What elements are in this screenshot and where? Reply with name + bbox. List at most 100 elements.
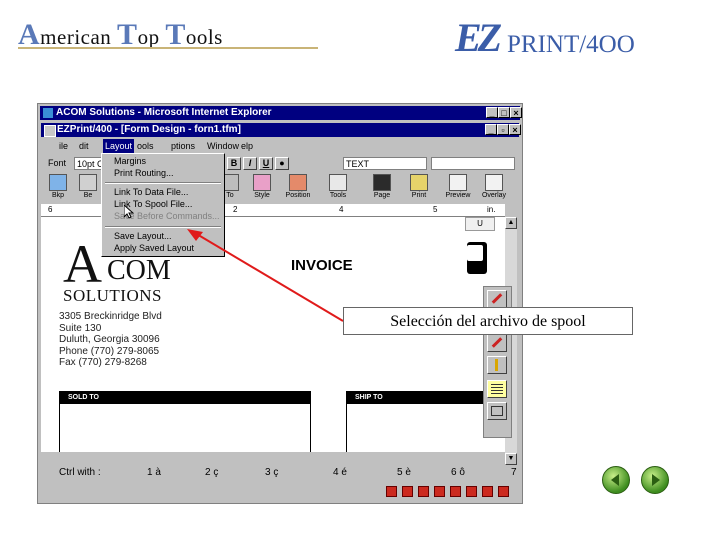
text-field[interactable]: TEXT [343,157,427,170]
toolbar-tools-button[interactable]: Tools [324,173,352,203]
toolbar-label: Position [285,192,311,199]
address-line: 3305 Breckinridge Blvd [59,311,162,322]
ie-title: ACOM Solutions - Microsoft Internet Expl… [56,107,272,118]
toolbar-overlay-button[interactable]: Overlay [480,173,508,203]
menu-item-margins[interactable]: Margins [114,156,146,166]
toolbar-print-button[interactable]: Print [405,173,433,203]
ruler-tick: 4 [339,205,344,214]
mouse-cursor-icon [124,205,134,219]
ctrl-key[interactable]: 6 ô [451,465,465,480]
toolbar-label: Style [254,192,270,199]
toolbar-position-button[interactable]: Position [284,173,312,203]
ctrl-key[interactable]: 7 [511,465,517,480]
document-icon [79,174,97,191]
toolbar-be-button[interactable]: Be [74,173,102,203]
menu-layout[interactable]: Layout [103,139,135,154]
menu-tools[interactable]: ools [137,139,154,154]
menu-edit[interactable]: dit [79,139,89,154]
extra-field[interactable] [431,157,515,170]
app-close-button[interactable]: × [509,124,521,135]
backup-icon [49,174,67,191]
toolbar-label: Preview [445,192,471,199]
arrow-left-icon [611,474,619,486]
next-slide-icon[interactable] [498,486,509,497]
menu-item-print-routing[interactable]: Print Routing... [114,168,174,178]
toolbar-style-button[interactable]: Style [248,173,276,203]
menu-item-link-data-file[interactable]: Link To Data File... [114,187,188,197]
bookmark-icon[interactable] [482,486,493,497]
nav-prev-button[interactable] [602,466,630,494]
overlay-icon [485,174,503,191]
menu-help[interactable]: elp [241,139,253,154]
ruler-tick: 5 [433,205,438,214]
menu-file[interactable]: ile [59,139,68,154]
menu-window[interactable]: Window [207,139,239,154]
italic-button[interactable]: I [243,157,257,170]
underline-button[interactable]: U [259,157,273,170]
annotation-arrow [187,229,344,322]
app-menubar: ile dit Layout ools ptions Window elp [41,139,519,154]
font-label: Font [46,157,76,170]
sold-to-label: SOLD TO [60,392,310,404]
line-tool-button[interactable] [487,356,507,374]
nav-next-button[interactable] [641,466,669,494]
address-line: Duluth, Georgia 30096 [59,334,160,345]
page-indicator: U [465,217,495,231]
ruler-tick: 6 [48,205,53,214]
toolbar-label: Page [373,192,391,199]
brand-underline [18,47,318,49]
ctrl-key[interactable]: 5 è [397,465,411,480]
table-tool-button[interactable] [487,402,507,420]
marker-icon[interactable] [450,486,461,497]
address-line: Fax (770) 279-8268 [59,357,147,368]
address-line: Suite 130 [59,322,102,334]
text-tool-icon [491,384,503,394]
pause-icon[interactable] [466,486,477,497]
toolbar-label: Print [411,192,427,199]
line-icon [495,359,498,371]
draw-icon [491,337,503,348]
text-tool-button[interactable] [487,380,507,398]
drawing-tool-button[interactable] [487,334,507,352]
ruler-tick: 2 [233,205,238,214]
ctrl-key[interactable]: 2 ç [205,465,218,480]
ie-close-button[interactable]: × [510,107,522,118]
brand-word-3: ools [185,25,223,49]
logo-com: COM [107,255,171,286]
ie-minimize-button[interactable]: _ [486,107,498,118]
ctrl-label: Ctrl with : [59,467,101,478]
close-icon[interactable] [418,486,429,497]
address-line: Phone (770) 279-8065 [59,345,160,357]
ie-maximize-button[interactable]: □ [498,107,510,118]
menu-options[interactable]: ptions [171,139,195,154]
scroll-up-arrow[interactable]: ▲ [505,217,517,229]
bullet-button[interactable]: ● [275,157,289,170]
style-icon [253,174,271,191]
toolbar-label: Be [83,192,93,199]
scroll-down-arrow[interactable]: ▼ [505,453,517,465]
app-titlebar: EZPrint/400 - [Form Design - forn1.tfm] … [41,123,521,137]
ctrl-key[interactable]: 3 ç [265,465,278,480]
ctrl-key-bar: Ctrl with : 1 à 2 ç 3 ç 4 é 5 è 6 ô 7 [41,465,519,480]
bold-button[interactable]: B [227,157,241,170]
toolbar-page-button[interactable]: Page [368,173,396,203]
page-icon [373,174,391,191]
ctrl-key[interactable]: 1 à [147,465,161,480]
app-title: EZPrint/400 - [Form Design - forn1.tfm] [57,124,241,135]
save-icon[interactable] [402,486,413,497]
table-icon [491,406,503,416]
preview-icon [449,174,467,191]
ctrl-key[interactable]: 4 é [333,465,347,480]
white-shape [467,245,483,261]
menu-item-save-layout[interactable]: Save Layout... [114,231,172,241]
app-minimize-button[interactable]: _ [485,124,497,135]
grid-view-icon[interactable] [434,486,445,497]
toolbar-preview-button[interactable]: Preview [444,173,472,203]
pen-tool-button[interactable] [487,290,507,308]
toolbar-label: Overlay [481,192,507,199]
menu-item-apply-saved-layout[interactable]: Apply Saved Layout [114,243,194,253]
app-restore-button[interactable]: ▫ [497,124,509,135]
toolbar-bkp-button[interactable]: Bkp [44,173,72,203]
ship-to-box: SHIP TO [346,391,505,452]
first-slide-icon[interactable] [386,486,397,497]
